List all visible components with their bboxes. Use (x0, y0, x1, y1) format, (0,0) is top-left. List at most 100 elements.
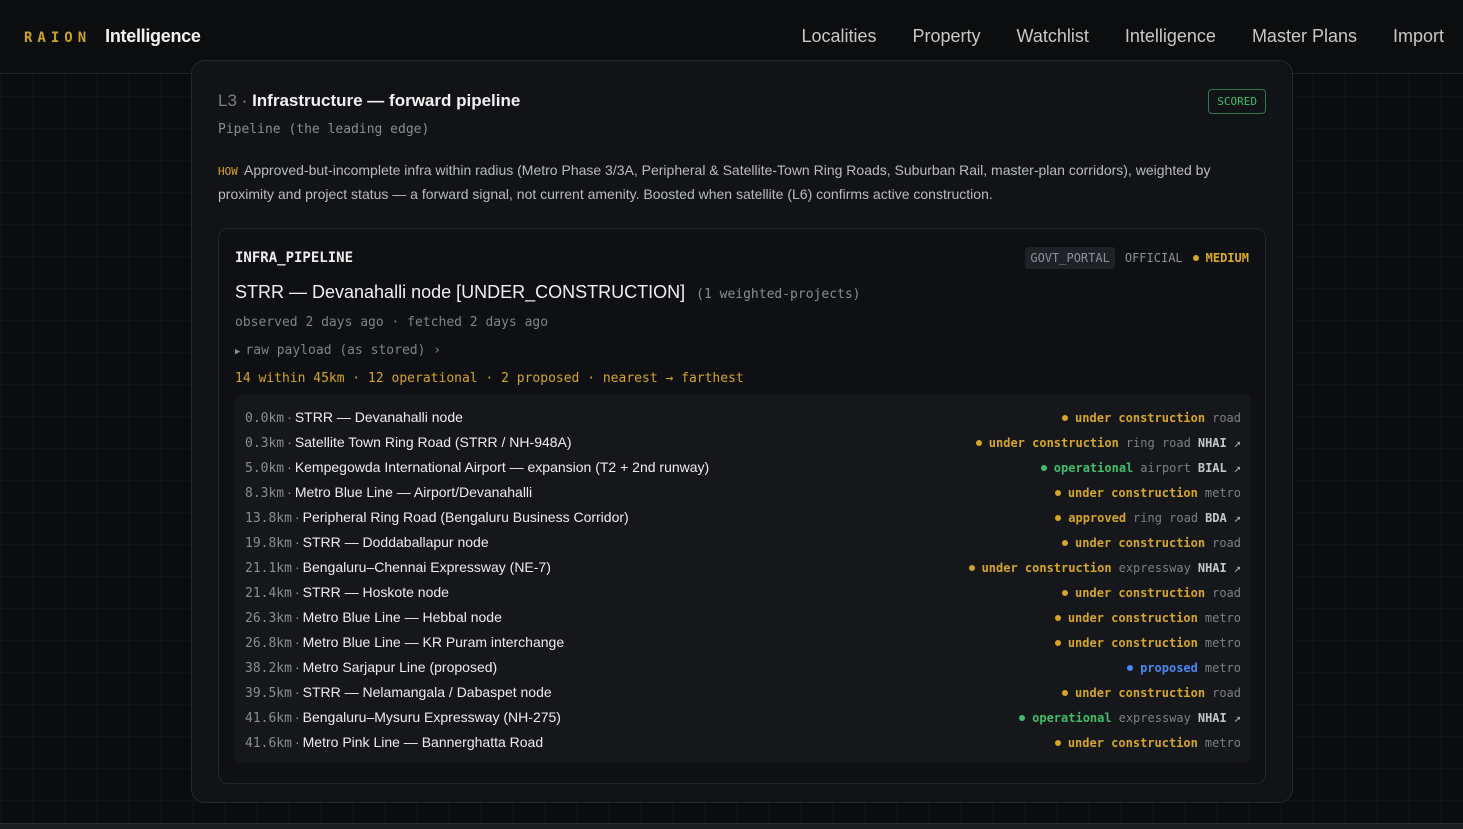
project-status-group: under construction metro (1054, 485, 1241, 500)
raw-payload-toggle[interactable]: ▶ raw payload (as stored) › (235, 343, 1249, 358)
project-status-group: under construction road (1062, 586, 1241, 600)
source-header: INFRA_PIPELINE GOVT_PORTAL OFFICIAL MEDI… (235, 247, 1249, 269)
project-row: 41.6km · Metro Pink Line — Bannerghatta Ro… (245, 730, 1241, 755)
project-status: operational (1053, 460, 1134, 475)
project-status: under construction (1067, 485, 1198, 500)
how-description: HOW Approved-but-incomplete infra within… (218, 159, 1248, 206)
external-link-icon[interactable]: ↗ (1234, 561, 1241, 575)
project-name: STRR — Doddaballapur node (302, 534, 489, 550)
external-link-icon[interactable]: ↗ (1234, 511, 1241, 525)
layer-level: L3 (218, 91, 237, 110)
project-name: STRR — Nelamangala / Dabaspet node (302, 684, 552, 700)
how-tag: HOW (218, 165, 238, 178)
project-list: 0.0km · STRR — Devanahalli node under const… (235, 395, 1251, 763)
project-distance: 26.3km (245, 611, 292, 626)
project-agency: BDA (1205, 510, 1227, 525)
project-kind: road (1212, 585, 1241, 600)
status-dot-icon (968, 564, 975, 571)
status-dot-icon (1062, 539, 1069, 546)
raw-payload-label: raw payload (as stored) › (245, 343, 442, 358)
nav-watchlist[interactable]: Watchlist (999, 26, 1107, 47)
project-agency: NHAI (1197, 560, 1227, 575)
project-kind: metro (1204, 610, 1241, 625)
project-name: Satellite Town Ring Road (STRR / NH-948A… (294, 434, 572, 450)
project-row: 26.8km · Metro Blue Line — KR Puram interc… (245, 630, 1241, 655)
external-link-icon[interactable]: ↗ (1234, 436, 1241, 450)
status-dot-icon (1019, 714, 1026, 721)
project-row: 13.8km · Peripheral Ring Road (Bengaluru B… (245, 505, 1241, 530)
project-distance: 19.8km (245, 536, 292, 551)
project-name: Metro Blue Line — Airport/Devanahalli (294, 484, 533, 500)
project-distance: 41.6km (245, 711, 292, 726)
project-row: 41.6km · Bengaluru–Mysuru Expressway (NH-2… (245, 705, 1241, 730)
scored-badge: SCORED (1208, 89, 1266, 114)
project-name: Bengaluru–Mysuru Expressway (NH-275) (302, 709, 561, 725)
project-status: under construction (1067, 735, 1198, 750)
card-subtitle: Pipeline (the leading edge) (218, 122, 430, 137)
project-kind: airport (1140, 460, 1191, 475)
row-separator: · (294, 559, 300, 575)
nav-localities[interactable]: Localities (783, 26, 894, 47)
project-row: 0.3km · Satellite Town Ring Road (STRR / N… (245, 430, 1241, 455)
observed-meta: observed 2 days ago · fetched 2 days ago (235, 315, 549, 330)
project-row: 5.0km · Kempegowda International Airport —… (245, 455, 1241, 480)
project-agency: BIAL (1197, 460, 1227, 475)
project-status-group: under construction ring road NHAI ↗ (975, 436, 1241, 450)
row-separator: · (294, 709, 300, 725)
project-agency: NHAI (1197, 710, 1227, 725)
row-separator: · (294, 659, 300, 675)
project-row: 26.3km · Metro Blue Line — Hebbal node unde… (245, 605, 1241, 630)
project-row: 38.2km · Metro Sarjapur Line (proposed) pro… (245, 655, 1241, 680)
project-info: 0.0km · STRR — Devanahalli node (245, 409, 463, 426)
external-link-icon[interactable]: ↗ (1234, 711, 1241, 725)
status-dot-icon (1062, 589, 1069, 596)
nav-property[interactable]: Property (894, 26, 998, 47)
nav-intelligence[interactable]: Intelligence (1107, 26, 1234, 47)
title-separator: · (241, 91, 248, 110)
project-kind: expressway (1118, 710, 1191, 725)
tag-official: OFFICIAL (1124, 251, 1183, 265)
source-tags: GOVT_PORTAL OFFICIAL MEDIUM (1025, 247, 1249, 269)
status-dot-icon (1062, 689, 1069, 696)
project-info: 19.8km · STRR — Doddaballapur node (245, 534, 489, 551)
project-row: 0.0km · STRR — Devanahalli node under const… (245, 405, 1241, 430)
project-info: 39.5km · STRR — Nelamangala / Dabaspet nod… (245, 684, 552, 701)
project-kind: expressway (1118, 560, 1191, 575)
project-kind: road (1212, 685, 1241, 700)
signal-count: (1 weighted-projects) (696, 287, 861, 302)
project-status-group: under construction metro (1054, 610, 1241, 625)
status-dot-icon (1055, 514, 1062, 521)
project-status-group: proposed metro (1127, 661, 1241, 675)
project-kind: road (1212, 410, 1241, 425)
row-separator: · (294, 509, 300, 525)
project-status: under construction (1075, 410, 1206, 425)
project-status-group: operational expressway NHAI ↗ (1019, 711, 1241, 725)
project-kind: metro (1204, 485, 1241, 500)
how-text: Approved-but-incomplete infra within rad… (218, 162, 1211, 202)
project-distance: 21.1km (245, 561, 292, 576)
project-row: 8.3km · Metro Blue Line — Airport/Devanaha… (245, 480, 1241, 505)
nav-import[interactable]: Import (1375, 26, 1444, 47)
external-link-icon[interactable]: ↗ (1234, 461, 1241, 475)
project-status-group: under construction road (1062, 411, 1241, 425)
project-status: under construction (1067, 635, 1198, 650)
project-kind: road (1212, 535, 1241, 550)
confidence-dot-icon (1192, 255, 1199, 261)
brand-logo[interactable]: RAION Intelligence (24, 26, 201, 47)
project-kind: metro (1204, 735, 1241, 750)
tag-govt-portal: GOVT_PORTAL (1025, 247, 1115, 269)
project-status: operational (1032, 710, 1112, 725)
project-status-group: under construction metro (1054, 635, 1241, 650)
project-status: approved (1068, 510, 1127, 525)
nav-master-plans[interactable]: Master Plans (1234, 26, 1375, 47)
source-id: INFRA_PIPELINE (235, 250, 354, 266)
project-info: 26.3km · Metro Blue Line — Hebbal node (245, 609, 502, 626)
status-dot-icon (975, 439, 982, 446)
signal-value: STRR — Devanahalli node [UNDER_CONSTRUCT… (235, 282, 686, 302)
row-separator: · (294, 534, 300, 550)
row-separator: · (287, 484, 292, 500)
card-title: L3 · Infrastructure — forward pipeline (218, 91, 520, 111)
project-distance: 5.0km (245, 461, 285, 476)
projects-summary: 14 within 45km · 12 operational · 2 prop… (235, 371, 744, 386)
status-dot-icon (1127, 664, 1134, 671)
